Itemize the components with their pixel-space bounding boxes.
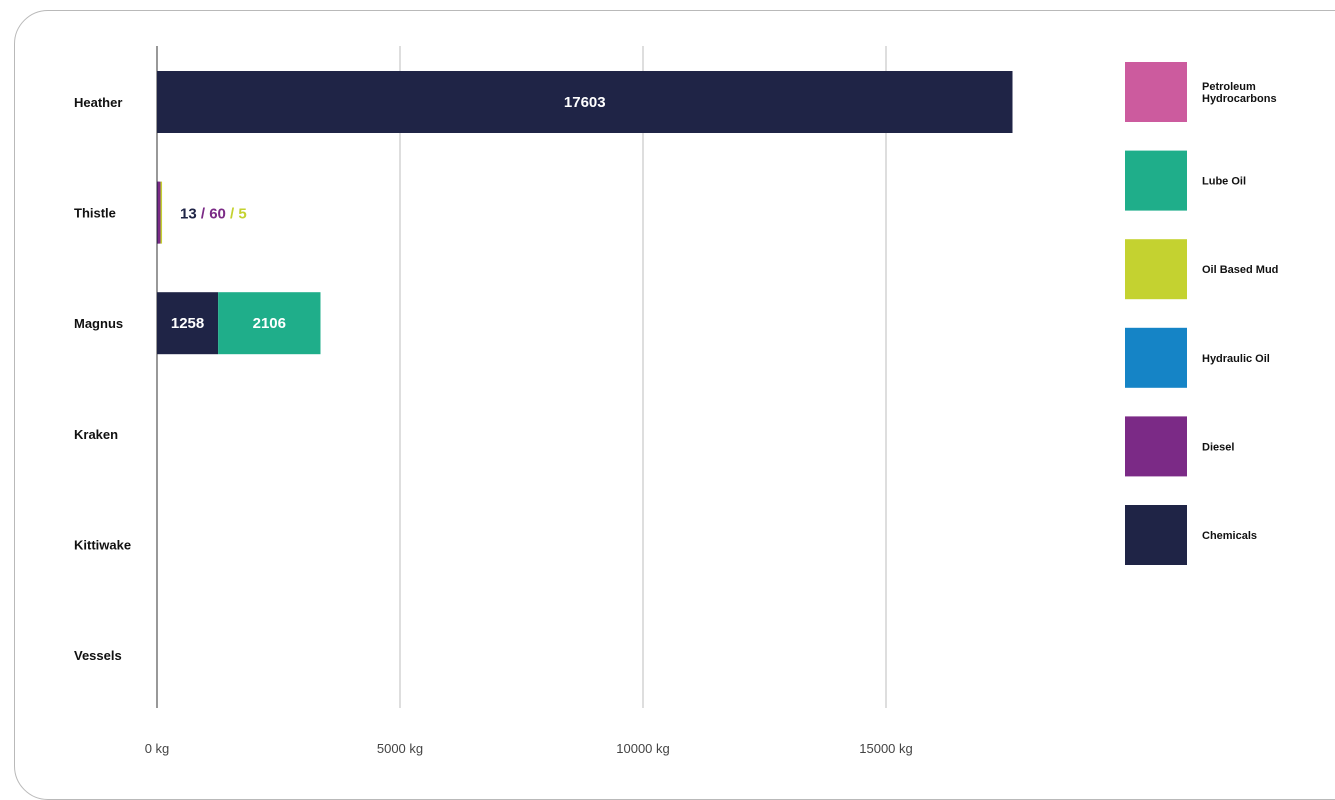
- category-label: Vessels: [74, 648, 122, 663]
- legend-swatch: [1125, 327, 1187, 388]
- bar-segment: [160, 181, 163, 244]
- tick-label: 5000 kg: [377, 741, 423, 756]
- data-label: 1258: [171, 315, 204, 332]
- tick-labels: 0 kg 5000 kg 10000 kg 15000 kg: [145, 741, 913, 756]
- segment-values-annotation: 13 / 60 / 5: [180, 206, 247, 223]
- category-labels: Heather Thistle Magnus Kraken Kittiwake Vesse…: [74, 95, 131, 663]
- legend-label: Chemicals: [1202, 530, 1257, 542]
- legend-swatch: [1125, 416, 1187, 477]
- legend-label: Diesel: [1202, 441, 1234, 453]
- tick-label: 10000 kg: [616, 741, 670, 756]
- annotation-part: /: [197, 206, 210, 223]
- bar-chart: 17603 1258 2106 Heather Thistle Magnus Kraken…: [74, 46, 1278, 756]
- grid-lines: [156, 46, 887, 708]
- data-label: 2106: [253, 315, 286, 332]
- annotation-part: 60: [209, 206, 226, 223]
- category-label: Thistle: [74, 206, 116, 221]
- annotations: 13 / 60 / 5: [180, 206, 247, 223]
- legend: Petroleum Hydrocarbons Lube Oil Oil Based M…: [1125, 62, 1278, 565]
- annotation-part: 13: [180, 206, 197, 223]
- legend-label: Hydraulic Oil: [1202, 353, 1270, 365]
- legend-swatch: [1125, 62, 1187, 122]
- legend-swatch: [1125, 150, 1187, 211]
- tick-label: 0 kg: [145, 741, 170, 756]
- tick-label: 15000 kg: [859, 741, 913, 756]
- legend-label: Petroleum Hydrocarbons: [1202, 81, 1277, 105]
- legend-swatch: [1125, 239, 1187, 300]
- category-label: Heather: [74, 95, 122, 110]
- category-label: Kraken: [74, 427, 118, 442]
- legend-swatch: [1125, 505, 1187, 565]
- legend-label: Lube Oil: [1202, 176, 1246, 188]
- annotation-part: /: [226, 206, 239, 223]
- data-label: 17603: [564, 94, 606, 111]
- annotation-part: 5: [238, 206, 246, 223]
- category-label: Kittiwake: [74, 537, 131, 552]
- legend-label: Oil Based Mud: [1202, 264, 1278, 276]
- bars: 17603 1258 2106: [157, 71, 1013, 355]
- bar-segment: [157, 181, 161, 244]
- category-label: Magnus: [74, 316, 123, 331]
